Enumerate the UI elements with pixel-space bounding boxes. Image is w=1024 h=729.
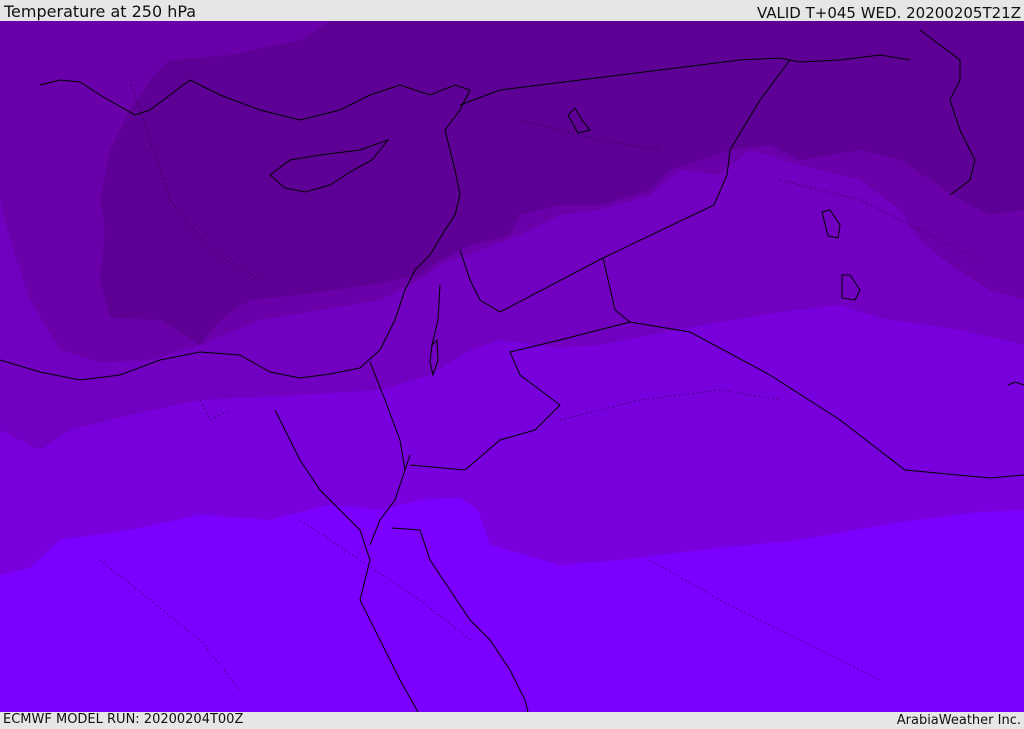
header-bar: Temperature at 250 hPa VALID T+045 WED. … [0,0,1024,22]
valid-time-label: VALID T+045 WED. 20200205T21Z [756,4,1021,22]
map-title: Temperature at 250 hPa [4,2,197,21]
footer-bar: ECMWF MODEL RUN: 20200204T00Z ArabiaWeat… [0,712,1024,729]
weather-map [0,21,1024,712]
credit-label: ArabiaWeather Inc. [896,713,1021,728]
model-run-label: ECMWF MODEL RUN: 20200204T00Z [3,712,244,727]
